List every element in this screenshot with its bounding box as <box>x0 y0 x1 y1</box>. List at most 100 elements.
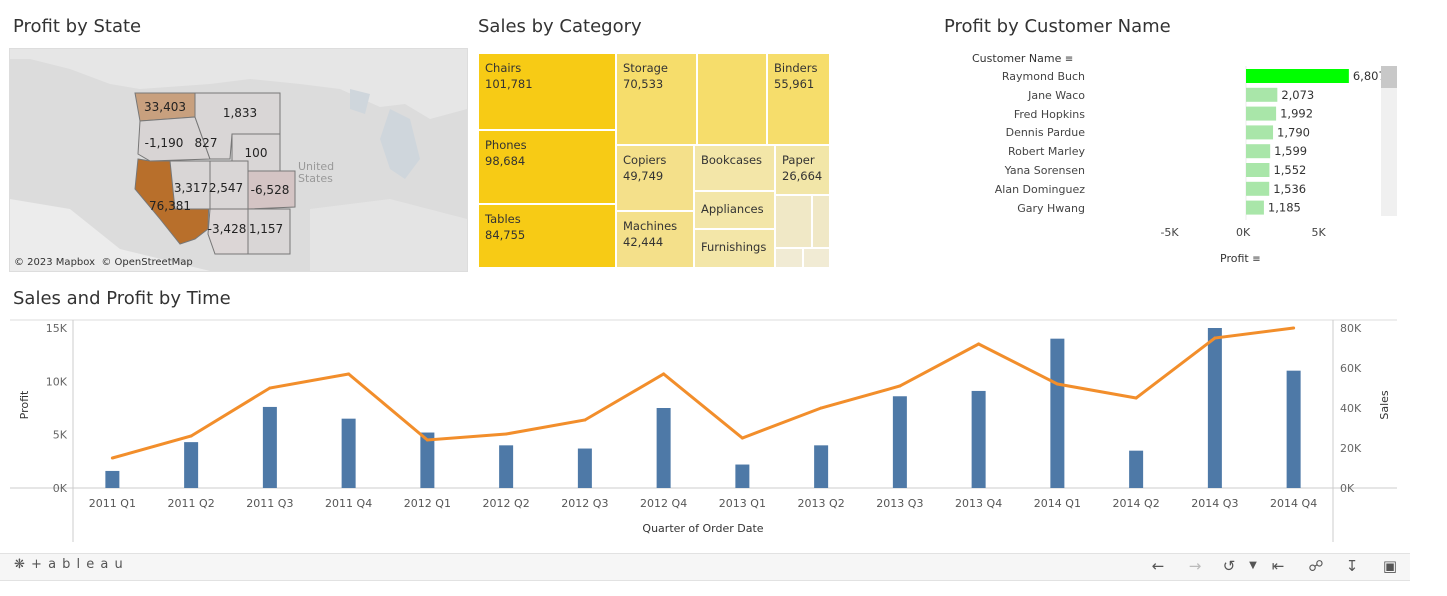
customer-name-item[interactable]: Alan Dominguez <box>995 183 1085 196</box>
profit-axis-title[interactable]: Profit ≡ <box>1220 252 1261 265</box>
sales-point[interactable] <box>189 434 193 438</box>
profit-bar[interactable] <box>1286 370 1301 488</box>
sales-point[interactable] <box>504 432 508 436</box>
sales-point[interactable] <box>347 372 351 376</box>
cell-name: Phones <box>485 138 527 152</box>
dropdown-icon[interactable]: ▼ <box>1242 556 1264 576</box>
sales-line[interactable] <box>111 326 1294 460</box>
treemap-cell[interactable]: Chairs 101,781 <box>478 53 616 130</box>
treemap-cell[interactable]: Storage 70,533 <box>616 53 697 145</box>
fullscreen-icon[interactable]: ▣ <box>1379 556 1401 576</box>
customer-bar[interactable] <box>1246 125 1274 140</box>
undo-icon[interactable]: ← <box>1147 556 1169 576</box>
customer-bar[interactable] <box>1246 69 1349 83</box>
treemap-cell[interactable]: Binders 55,961 <box>767 53 830 145</box>
profit-bar[interactable] <box>1207 328 1222 488</box>
customer-profit-bars[interactable]: 6,807 2,073 1,992 1,790 1,599 1,552 1,536 1,185 <box>1110 66 1382 220</box>
customer-bar[interactable] <box>1246 200 1264 215</box>
customer-name-item[interactable]: Gary Hwang <box>1017 202 1085 215</box>
profit-bar[interactable] <box>814 445 829 488</box>
sales-point[interactable] <box>977 342 981 346</box>
y2-tick-label: 20K <box>1340 442 1362 455</box>
download-icon[interactable]: ↧ <box>1341 556 1363 576</box>
customer-name-header[interactable]: Customer Name ≡ <box>972 52 1073 65</box>
sort-icon[interactable]: ≡ <box>1252 254 1260 265</box>
sort-icon[interactable]: ≡ <box>1065 54 1073 65</box>
revert-icon[interactable]: ↺ <box>1218 556 1240 576</box>
treemap-cell[interactable]: Appliances <box>694 191 775 229</box>
cell-name: Appliances <box>701 202 764 216</box>
profit-bar[interactable] <box>105 470 120 488</box>
redo-icon[interactable]: → <box>1184 556 1206 576</box>
customer-bar[interactable] <box>1246 87 1278 102</box>
sales-point[interactable] <box>268 386 272 390</box>
y2-tick-label: 60K <box>1340 362 1362 375</box>
sales-point[interactable] <box>1134 396 1138 400</box>
category-treemap[interactable]: Chairs 101,781 Phones 98,684 Tables 84,755 … <box>478 53 830 268</box>
sales-point[interactable] <box>1213 336 1217 340</box>
customer-bar-label: 6,807 <box>1353 69 1382 83</box>
treemap-cell[interactable] <box>697 53 767 145</box>
scrollbar[interactable] <box>1381 66 1397 216</box>
customer-name-item[interactable]: Yana Sorensen <box>1005 164 1085 177</box>
customer-bar[interactable] <box>1246 181 1270 196</box>
customer-bar[interactable] <box>1246 144 1271 159</box>
x-tick-label: 2011 Q3 <box>246 497 293 510</box>
profit-bar[interactable] <box>735 464 750 488</box>
profit-bar[interactable] <box>1129 450 1144 488</box>
x-tick-label: 2013 Q1 <box>719 497 766 510</box>
treemap-cell[interactable]: Furnishings <box>694 229 775 268</box>
profit-bar[interactable] <box>1050 338 1065 488</box>
profit-bar[interactable] <box>184 442 199 488</box>
profit-map[interactable]: 33,403 1,833 -1,190 827 100 3,317 2,547 … <box>9 48 468 272</box>
treemap-cell[interactable]: Copiers 49,749 <box>616 145 694 211</box>
customer-name-item[interactable]: Raymond Buch <box>1002 70 1085 83</box>
treemap-cell[interactable]: Bookcases <box>694 145 775 191</box>
treemap-cell[interactable]: Phones 98,684 <box>478 130 616 204</box>
sales-point[interactable] <box>110 456 114 460</box>
treemap-cell[interactable] <box>803 248 830 268</box>
customer-bar[interactable] <box>1246 163 1270 177</box>
profit-bar[interactable] <box>499 445 514 488</box>
customer-name-item[interactable]: Jane Waco <box>1028 89 1085 102</box>
x-tick-label: 2012 Q1 <box>404 497 451 510</box>
profit-bar[interactable] <box>656 408 671 488</box>
cell-value: 98,684 <box>485 154 526 168</box>
map-attribution[interactable]: © 2023 Mapbox © OpenStreetMap <box>14 257 193 268</box>
sales-point[interactable] <box>662 372 666 376</box>
reset-icon[interactable]: ⇤ <box>1267 556 1289 576</box>
sales-point[interactable] <box>425 438 429 442</box>
treemap-cell[interactable] <box>812 195 830 248</box>
tableau-logo[interactable]: ❋ + a b l e a u <box>14 557 124 572</box>
treemap-cell[interactable] <box>775 248 803 268</box>
sales-point[interactable] <box>1055 382 1059 386</box>
treemap-cell[interactable]: Paper 26,664 <box>775 145 830 195</box>
profit-bar[interactable] <box>892 396 907 488</box>
sales-point[interactable] <box>1292 326 1296 330</box>
customer-name-header-label: Customer Name <box>972 52 1062 65</box>
y-axis-title[interactable]: Profit <box>18 390 31 419</box>
cell-value: 70,533 <box>623 77 664 91</box>
x-tick-label: 2012 Q2 <box>483 497 530 510</box>
scrollbar-thumb[interactable] <box>1381 66 1397 88</box>
profit-bar[interactable] <box>971 390 986 488</box>
customer-name-item[interactable]: Dennis Pardue <box>1006 126 1085 139</box>
sales-point[interactable] <box>740 436 744 440</box>
sales-point[interactable] <box>898 384 902 388</box>
sales-point[interactable] <box>583 418 587 422</box>
treemap-cell[interactable] <box>775 195 812 248</box>
profit-bar[interactable] <box>262 406 277 488</box>
treemap-cell[interactable]: Tables 84,755 <box>478 204 616 268</box>
x-tick-label: 2013 Q3 <box>876 497 923 510</box>
profit-bar[interactable] <box>577 448 592 488</box>
customer-bar[interactable] <box>1246 106 1277 121</box>
sales-profit-chart[interactable]: 15K 10K 5K 0K 80K 60K 40K 20K 0K Profit Sales Quart… <box>0 316 1410 542</box>
treemap-cell[interactable]: Machines 42,444 <box>616 211 694 268</box>
profit-bar[interactable] <box>341 418 356 488</box>
share-icon[interactable]: ☍ <box>1305 556 1327 576</box>
x-axis-title[interactable]: Quarter of Order Date <box>642 522 763 535</box>
sales-point[interactable] <box>819 406 823 410</box>
y2-axis-title[interactable]: Sales <box>1378 390 1391 420</box>
customer-name-item[interactable]: Robert Marley <box>1008 145 1085 158</box>
customer-name-item[interactable]: Fred Hopkins <box>1014 108 1085 121</box>
